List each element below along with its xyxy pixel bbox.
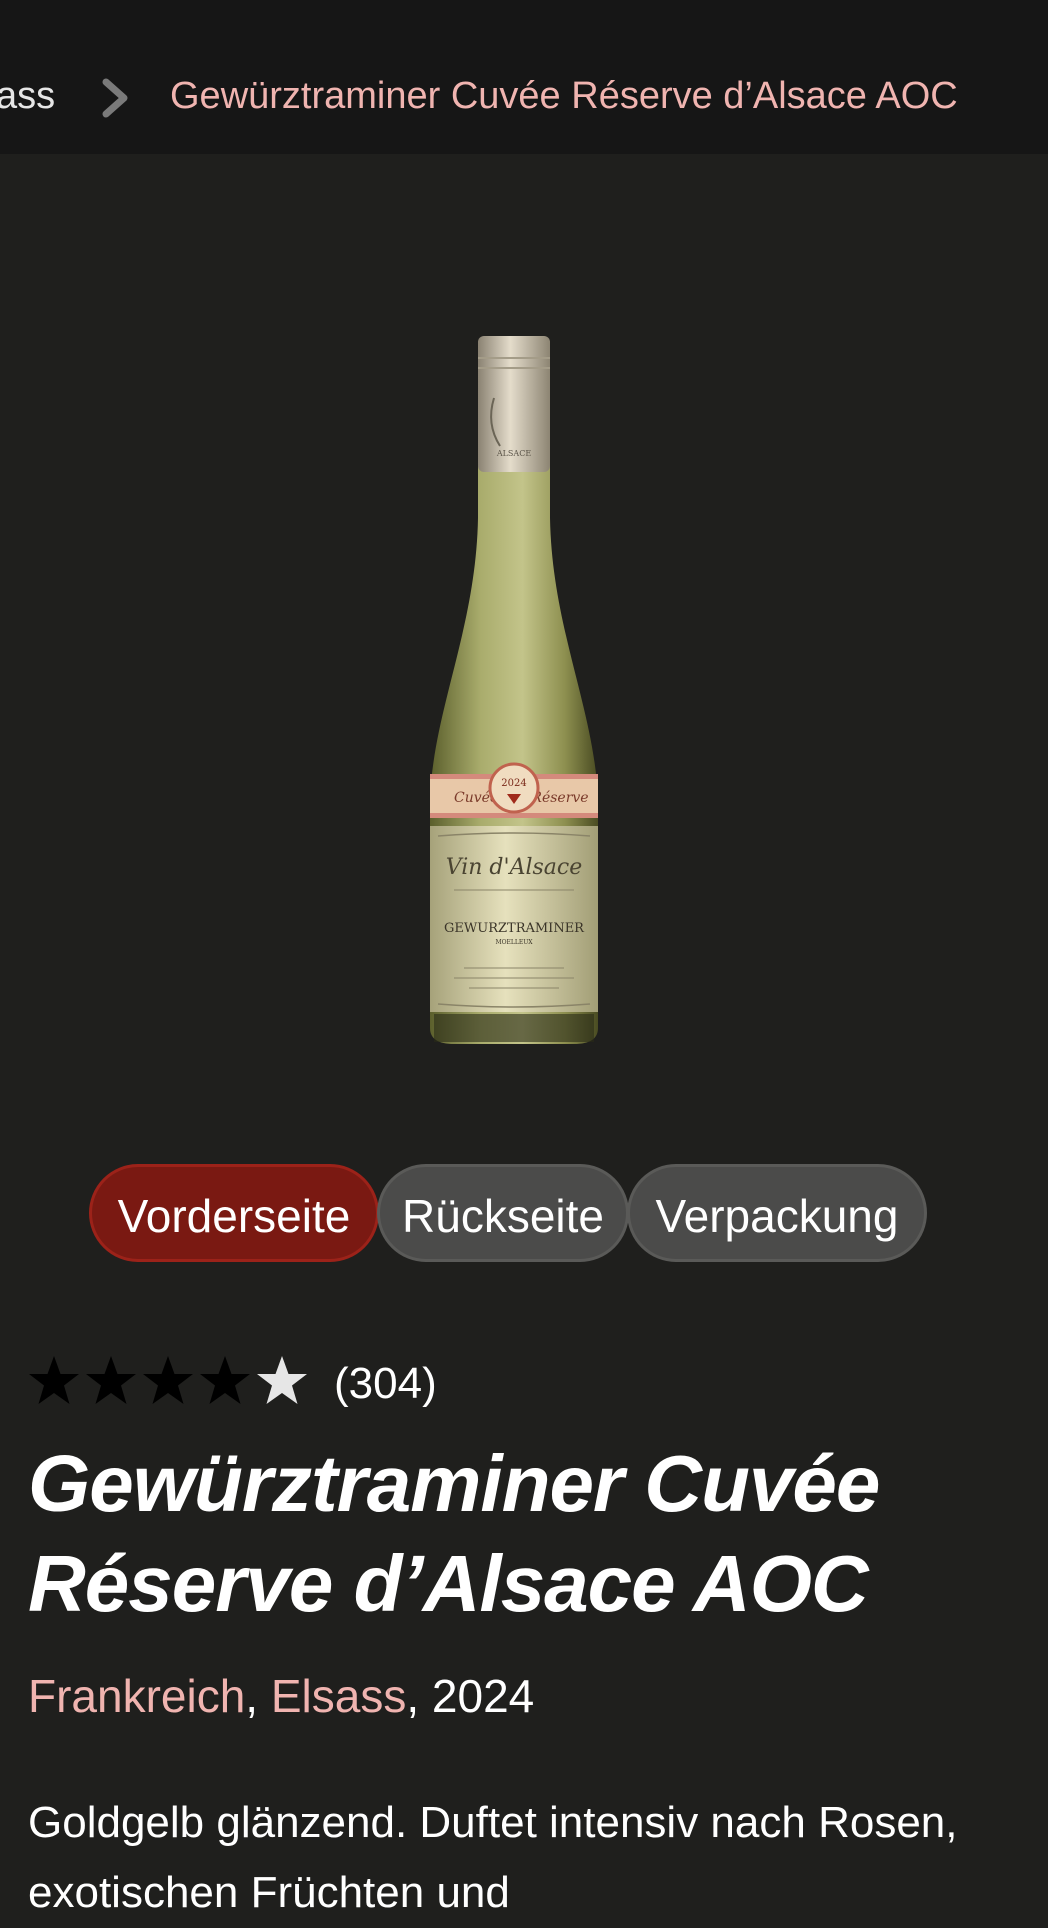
breadcrumb-item-current: Gewürztraminer Cuvée Réserve d’Alsace AO…	[170, 75, 958, 117]
breadcrumb: ass Gewürztraminer Cuvée Réserve d’Alsac…	[0, 0, 1048, 154]
product-origin: Frankreich, Elsass, 2024	[28, 1670, 535, 1722]
svg-text:GEWURZTRAMINER: GEWURZTRAMINER	[444, 921, 585, 936]
product-image: ALSACE Cuvée Réserve 2024 Vin d'Alsace G…	[414, 328, 614, 1048]
rating-count[interactable]: (304)	[334, 1358, 437, 1410]
vintage: 2024	[431, 1670, 535, 1722]
chevron-right-icon	[102, 78, 128, 118]
star-filled-icon	[29, 1356, 79, 1404]
svg-text:2024: 2024	[501, 778, 526, 789]
star-filled-icon	[143, 1356, 193, 1404]
svg-text:ALSACE: ALSACE	[496, 449, 531, 458]
product-title: Gewürztraminer Cuvée Réserve d’Alsace AO…	[28, 1439, 880, 1628]
svg-text:MOELLEUX: MOELLEUX	[495, 939, 533, 946]
star-empty-icon	[257, 1356, 307, 1404]
product-description: Goldgelb glänzend. Duftet intensiv nach …	[28, 1798, 958, 1917]
tab-vorderseite[interactable]: Vorderseite	[89, 1164, 379, 1262]
svg-text:Réserve: Réserve	[530, 790, 588, 806]
breadcrumb-item-previous[interactable]: ass	[0, 72, 55, 120]
tab-rueckseite[interactable]: Rückseite	[377, 1164, 629, 1262]
svg-text:Vin d'Alsace: Vin d'Alsace	[446, 855, 583, 880]
wine-bottle-image: ALSACE Cuvée Réserve 2024 Vin d'Alsace G…	[430, 336, 598, 1044]
region-link[interactable]: Elsass	[271, 1670, 406, 1722]
star-filled-icon	[86, 1356, 136, 1404]
star-filled-icon	[200, 1356, 250, 1404]
country-link[interactable]: Frankreich	[28, 1670, 245, 1722]
tab-verpackung[interactable]: Verpackung	[627, 1164, 927, 1262]
